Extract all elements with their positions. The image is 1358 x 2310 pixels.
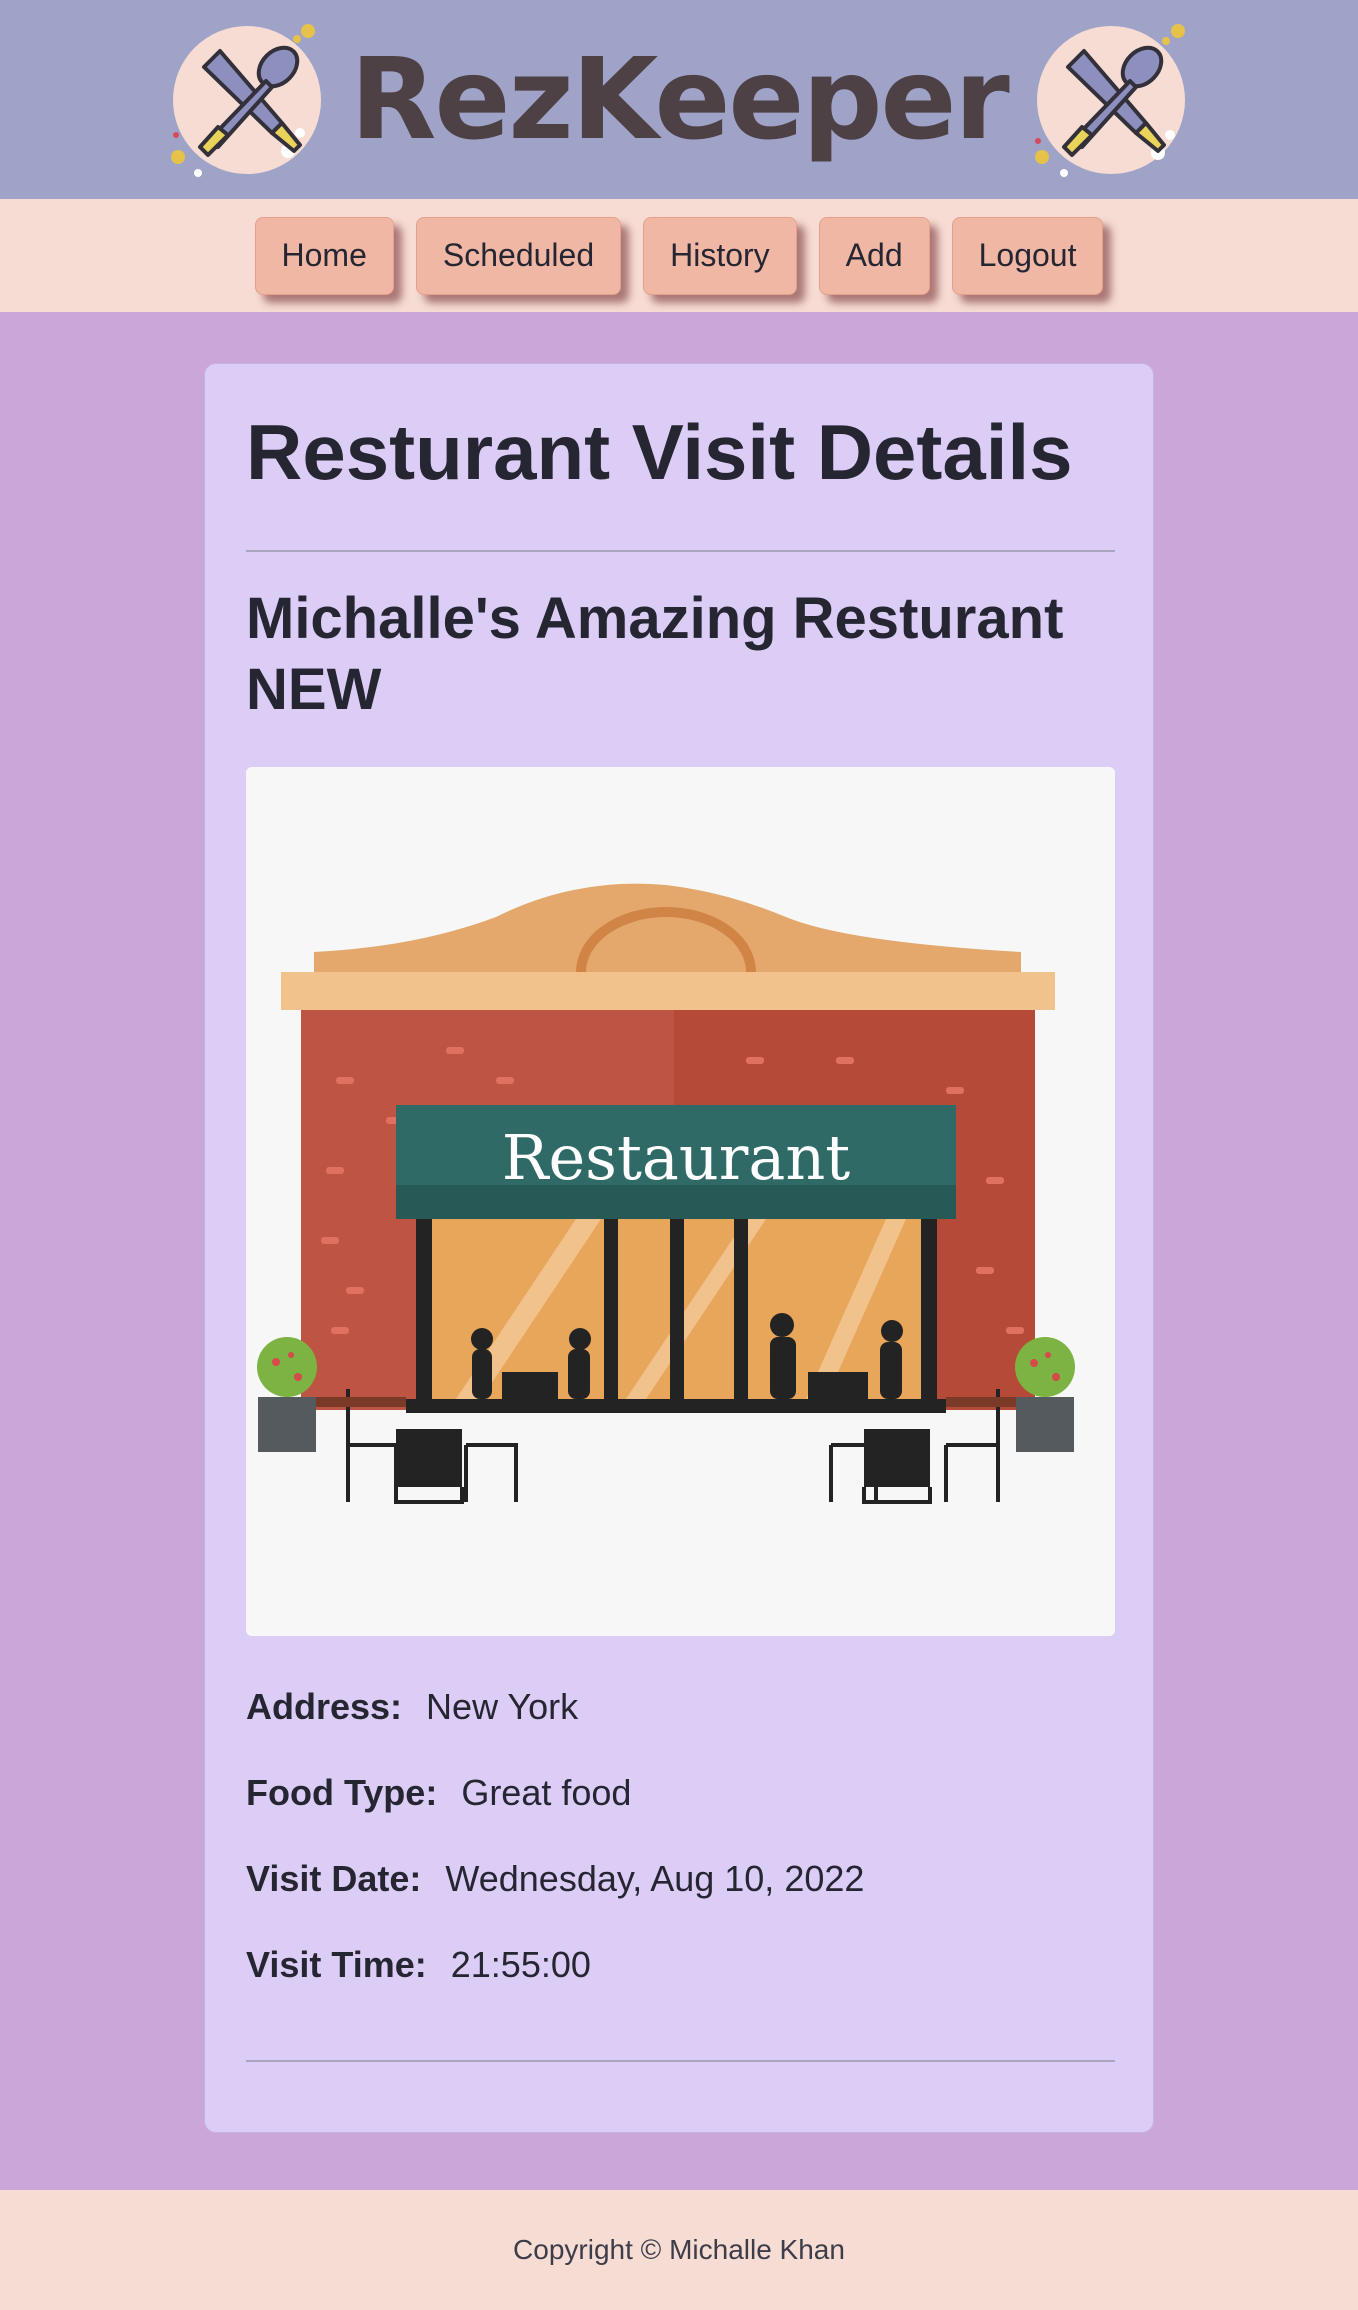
crossed-spoon-knife-icon <box>170 23 324 177</box>
divider <box>246 550 1115 552</box>
food-type-value: Great food <box>461 1772 632 1813</box>
main-nav: Home Scheduled History Add Logout <box>0 199 1358 312</box>
nav-history-button[interactable]: History <box>643 216 797 295</box>
nav-scheduled-button[interactable]: Scheduled <box>415 216 622 295</box>
detail-visit-date: Visit Date: Wednesday, Aug 10, 2022 <box>246 1858 864 1900</box>
visit-time-label: Visit Time: <box>246 1944 427 1985</box>
restaurant-image: Restaurant <box>246 767 1115 1636</box>
detail-address: Address: New York <box>246 1686 578 1728</box>
detail-food-type: Food Type: Great food <box>246 1772 631 1814</box>
brand-logo-text[interactable]: RezKeeper <box>350 44 1009 156</box>
nav-logout-button[interactable]: Logout <box>951 216 1104 295</box>
visit-time-value: 21:55:00 <box>450 1944 591 1985</box>
visit-date-label: Visit Date: <box>246 1858 422 1899</box>
nav-add-button[interactable]: Add <box>818 216 930 295</box>
footer: Copyright © Michalle Khan <box>0 2190 1358 2310</box>
food-type-label: Food Type: <box>246 1772 438 1813</box>
visit-date-value: Wednesday, Aug 10, 2022 <box>445 1858 865 1899</box>
detail-visit-time: Visit Time: 21:55:00 <box>246 1944 591 1986</box>
restaurant-sign-text: Restaurant <box>502 1121 851 1194</box>
crossed-spoon-knife-icon <box>1034 23 1188 177</box>
app-header: RezKeeper <box>0 0 1358 199</box>
visit-details-card: Resturant Visit Details Michalle's Amazi… <box>204 363 1154 2133</box>
divider <box>246 2060 1115 2062</box>
restaurant-name: Michalle's Amazing Resturant NEW <box>246 586 1064 722</box>
address-label: Address: <box>246 1686 403 1727</box>
page-title: Resturant Visit Details <box>246 408 1073 496</box>
copyright-text: Copyright © Michalle Khan <box>513 2234 845 2265</box>
address-value: New York <box>426 1686 579 1727</box>
nav-home-button[interactable]: Home <box>254 216 394 295</box>
